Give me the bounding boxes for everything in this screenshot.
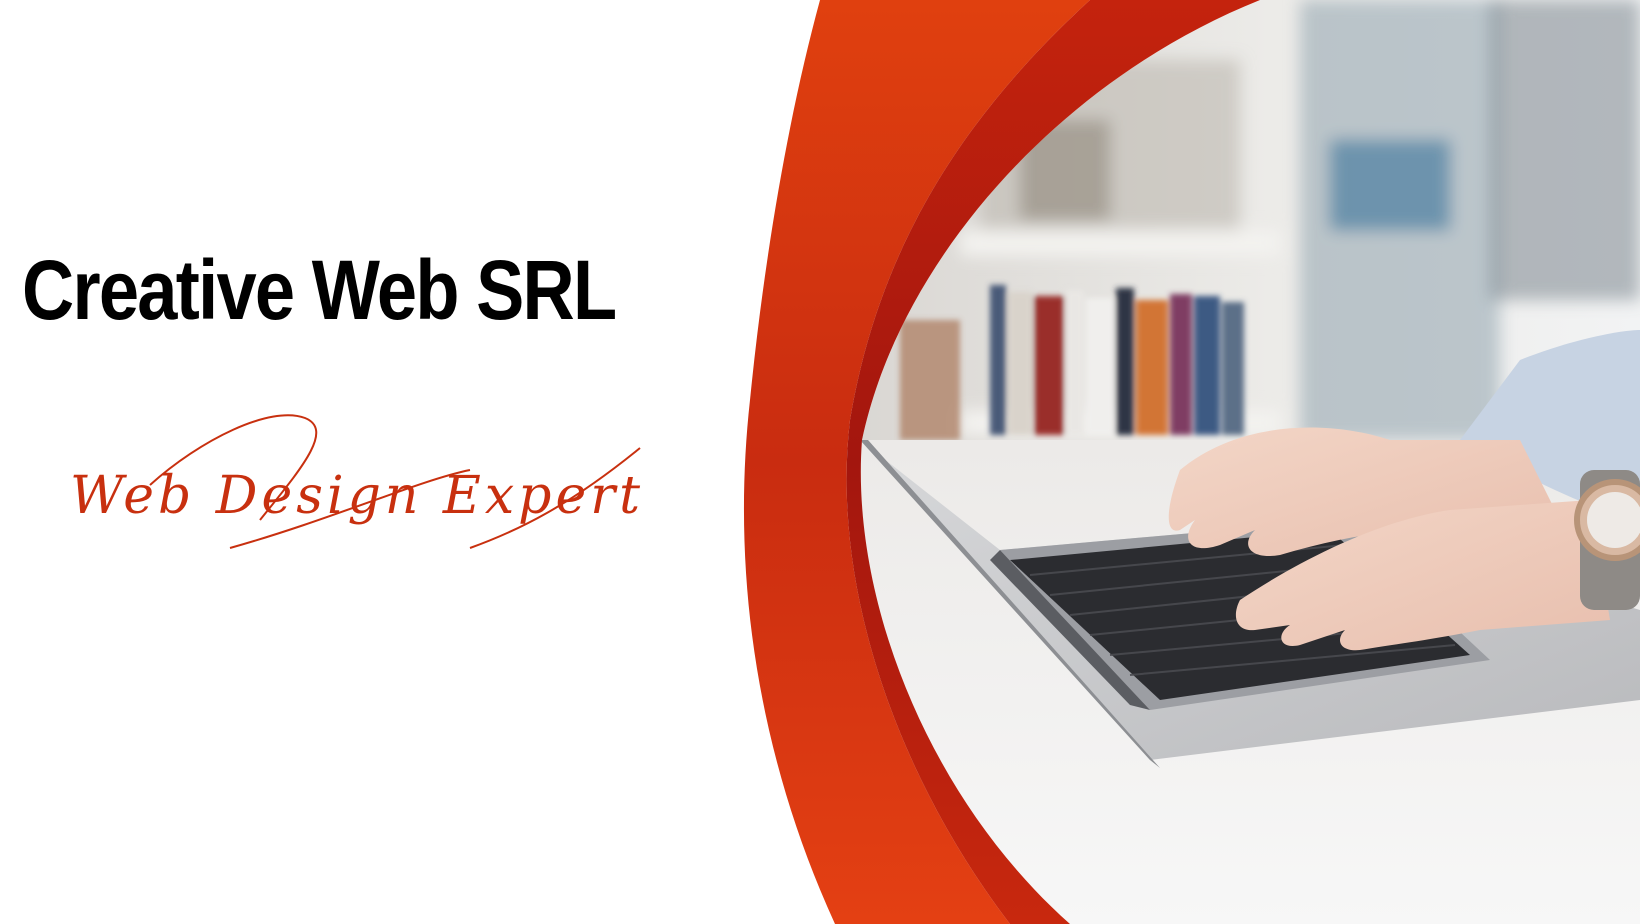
company-title: Creative Web SRL bbox=[22, 243, 617, 337]
tagline-text: Web Design Expert bbox=[70, 466, 644, 526]
hero-banner: Creative Web SRL Web Design Expert bbox=[0, 0, 1640, 924]
hero-photo bbox=[743, 0, 1640, 924]
wristwatch-icon bbox=[1574, 470, 1640, 610]
